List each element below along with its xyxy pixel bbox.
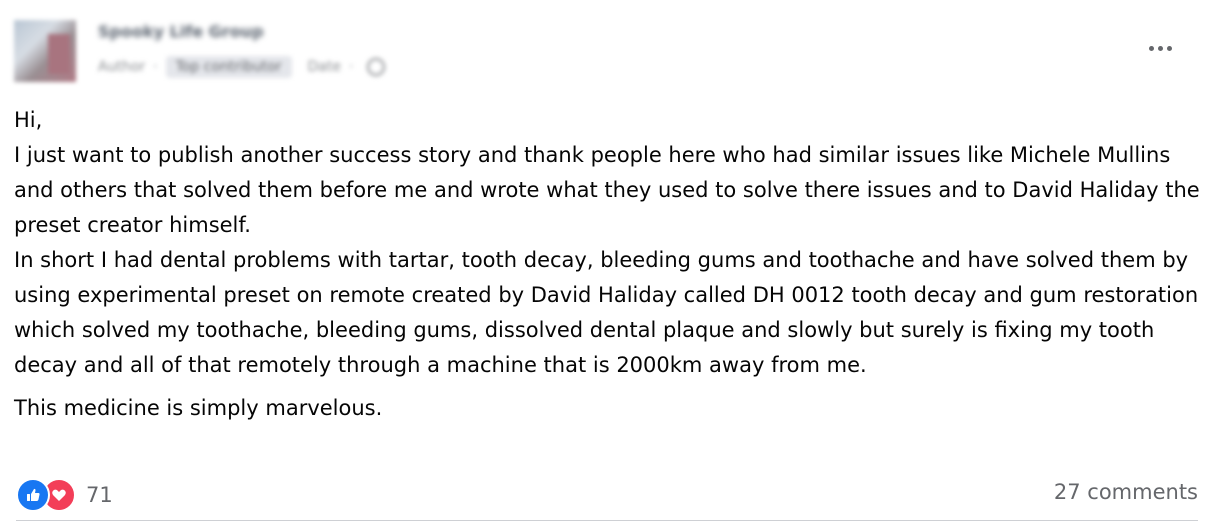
comments-link[interactable]: 27 comments <box>1054 480 1198 504</box>
post-header: Spooky Life Group Author · Top contributo… <box>14 18 1204 88</box>
dot-icon <box>1148 45 1154 51</box>
more-options-button[interactable] <box>1140 38 1180 58</box>
footer-divider <box>16 520 1198 521</box>
post-body: Hi, I just want to publish another succe… <box>14 103 1204 426</box>
post-paragraph-story: In short I had dental problems with tart… <box>14 248 1199 377</box>
group-avatar[interactable] <box>14 20 76 82</box>
dot-icon <box>1157 45 1163 51</box>
post-paragraph-thanks: I just want to publish another success s… <box>14 143 1200 237</box>
post-paragraph-closing: This medicine is simply marvelous. <box>14 396 383 420</box>
post-footer: 71 27 comments <box>16 478 1198 512</box>
dot-icon <box>1166 45 1172 51</box>
reactions-summary[interactable]: 71 <box>16 478 113 512</box>
like-reaction-icon <box>16 478 50 512</box>
post-meta-blurred: Author · Top contributor Date · <box>98 54 386 80</box>
group-name-blurred[interactable]: Spooky Life Group <box>98 22 264 41</box>
globe-icon <box>367 58 386 76</box>
post-greeting: Hi, <box>14 108 43 132</box>
reaction-count: 71 <box>86 483 113 507</box>
